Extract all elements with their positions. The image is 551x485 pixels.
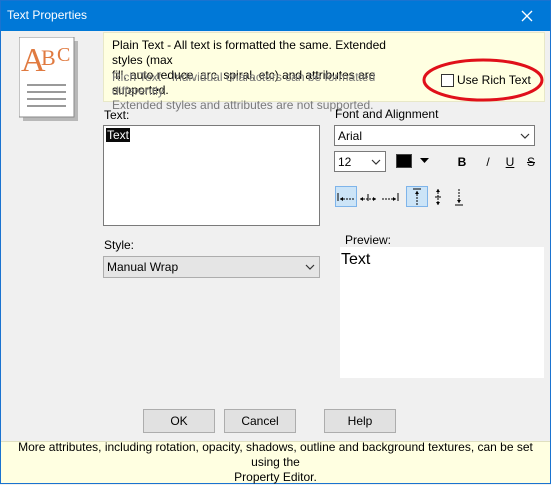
align-bottom-button[interactable] <box>448 186 470 207</box>
underline-button[interactable]: U <box>500 152 520 172</box>
cancel-button[interactable]: Cancel <box>224 409 296 433</box>
font-family-select[interactable]: Arial <box>334 125 535 146</box>
strikethrough-button[interactable]: S <box>521 152 541 172</box>
italic-button[interactable]: / <box>478 152 498 172</box>
align-bottom-icon <box>455 188 463 205</box>
align-top-icon <box>413 188 421 205</box>
close-icon <box>521 10 533 22</box>
style-value: Manual Wrap <box>107 260 179 274</box>
font-size-value: 12 <box>338 154 352 169</box>
font-color-swatch[interactable] <box>396 154 412 168</box>
text-input[interactable]: Text <box>103 125 320 226</box>
text-mode-info-box: Plain Text - All text is formatted the s… <box>103 32 545 112</box>
text-properties-dialog: Text Properties A B C Plain Text - All t… <box>0 0 551 484</box>
style-label: Style: <box>104 238 135 252</box>
align-middle-icon <box>435 188 441 205</box>
bold-button[interactable]: B <box>452 152 472 172</box>
chevron-down-icon <box>371 159 381 165</box>
align-top-button[interactable] <box>406 186 428 207</box>
window-title: Text Properties <box>7 8 88 22</box>
font-alignment-label: Font and Alignment <box>335 107 439 121</box>
style-select[interactable]: Manual Wrap <box>103 256 320 278</box>
checkbox-box[interactable] <box>441 73 454 87</box>
chevron-down-icon <box>520 133 530 139</box>
align-left-button[interactable] <box>335 186 357 207</box>
chevron-down-icon <box>305 264 315 270</box>
align-right-icon <box>382 192 399 201</box>
rich-text-description: Rich Text - Individual characters can be… <box>112 70 376 112</box>
align-middle-button[interactable] <box>427 186 449 207</box>
title-bar: Text Properties <box>1 1 550 31</box>
svg-text:C: C <box>57 44 70 66</box>
align-center-icon <box>360 193 376 201</box>
font-size-select[interactable]: 12 <box>334 151 386 172</box>
align-right-button[interactable] <box>379 186 401 207</box>
preview-pane: Text <box>340 247 544 378</box>
selected-text: Text <box>106 128 131 142</box>
preview-label: Preview: <box>345 233 392 247</box>
preview-text: Text <box>341 251 371 268</box>
text-label: Text: <box>104 108 130 122</box>
font-family-value: Arial <box>338 128 363 143</box>
ok-button[interactable]: OK <box>143 409 215 433</box>
text-document-icon: A B C <box>18 36 81 123</box>
color-dropdown-arrow-icon[interactable] <box>420 158 429 164</box>
svg-text:B: B <box>41 45 56 70</box>
use-rich-text-label: Use Rich Text <box>457 73 531 87</box>
align-center-button[interactable] <box>357 186 379 207</box>
align-left-icon <box>337 192 354 201</box>
footer-hint: More attributes, including rotation, opa… <box>1 440 550 484</box>
close-button[interactable] <box>504 1 550 31</box>
use-rich-text-checkbox[interactable]: Use Rich Text <box>441 73 531 87</box>
help-button[interactable]: Help <box>324 409 396 433</box>
